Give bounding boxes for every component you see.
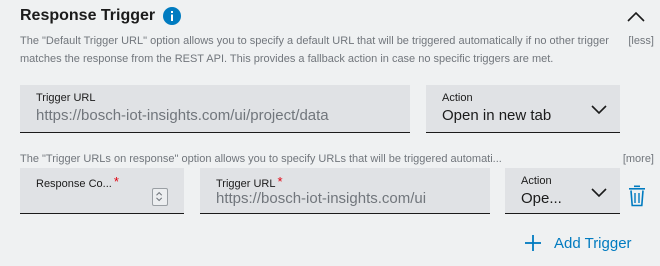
response-action-select[interactable]: Action Ope... [505,168,620,214]
response-trigger-url-label: Trigger URL * [216,174,283,190]
required-marker: * [277,174,283,189]
info-icon[interactable] [163,7,182,25]
response-action-value: Ope... [521,190,562,207]
add-trigger-button[interactable]: Add Trigger [524,232,632,254]
response-trigger-url-field[interactable]: Trigger URL * https://bosch-iot-insights.… [200,168,490,214]
response-code-field[interactable]: Response Co... * [20,168,184,214]
default-action-label: Action [442,92,473,104]
required-marker: * [113,174,119,189]
add-trigger-label: Add Trigger [554,234,632,252]
response-action-label: Action [521,175,552,187]
plus-icon [525,235,541,251]
chevron-up-icon[interactable] [626,8,646,24]
chevron-down-icon [591,105,607,115]
default-trigger-url-value[interactable]: https://bosch-iot-insights.com/ui/projec… [36,107,396,124]
section-title: Response Trigger [20,7,156,24]
stepper-icon[interactable] [152,188,168,206]
default-action-select[interactable]: Action Open in new tab [426,85,620,133]
section-header: Response Trigger [20,4,182,28]
chevron-down-icon [591,188,607,198]
less-link[interactable]: [less] [628,32,654,50]
response-trigger-url-value[interactable]: https://bosch-iot-insights.com/ui [216,190,476,207]
response-code-label: Response Co... * [36,174,119,190]
default-trigger-url-label: Trigger URL [36,92,96,104]
response-triggers-description: The "Trigger URLs on response" option al… [20,153,502,165]
default-trigger-description: The "Default Trigger URL" option allows … [20,35,609,65]
default-trigger-url-field[interactable]: Trigger URL https://bosch-iot-insights.c… [20,85,410,133]
trash-icon[interactable] [627,184,647,208]
default-action-value: Open in new tab [442,107,552,124]
more-link[interactable]: [more] [623,150,654,168]
